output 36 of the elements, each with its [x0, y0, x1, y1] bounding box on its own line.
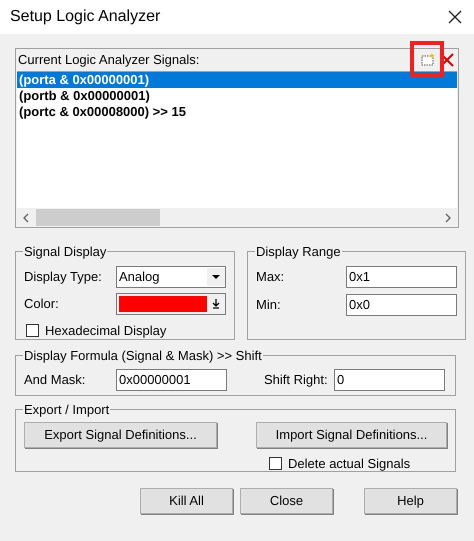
- export-button[interactable]: Export Signal Definitions...: [24, 422, 217, 448]
- group-title: Signal Display: [23, 243, 108, 261]
- signal-item[interactable]: (portb & 0x00000001): [17, 88, 457, 104]
- group-title: Display Range: [255, 243, 342, 261]
- scroll-right-icon[interactable]: [445, 212, 451, 222]
- field-label: Min:: [256, 296, 282, 314]
- highlight-frame: [410, 41, 444, 77]
- and-mask-field[interactable]: 0x00000001: [116, 368, 227, 390]
- checkbox[interactable]: [269, 456, 282, 470]
- field-label: And Mask:: [24, 370, 86, 389]
- scroll-left-icon[interactable]: [23, 212, 29, 222]
- checkbox-label: Hexadecimal Display: [45, 322, 166, 340]
- field-label: Shift Right:: [264, 370, 329, 389]
- group-title: Display Formula (Signal & Mask) >> Shift: [23, 347, 263, 365]
- signal-item[interactable]: (porta & 0x00000001): [17, 72, 457, 88]
- import-button[interactable]: Import Signal Definitions...: [256, 422, 447, 448]
- help-button[interactable]: Help: [364, 488, 457, 514]
- signal-item[interactable]: (portc & 0x00008000) >> 15: [17, 104, 457, 120]
- checkbox-label: Delete actual Signals: [288, 454, 410, 473]
- kill-all-button[interactable]: Kill All: [140, 488, 233, 514]
- display-type-dropdown[interactable]: Analog: [116, 266, 226, 288]
- dropdown-icon[interactable]: [207, 268, 225, 286]
- close-icon[interactable]: [448, 10, 462, 24]
- window-title: Setup Logic Analyzer: [10, 7, 160, 27]
- checkbox[interactable]: [26, 324, 39, 337]
- min-field[interactable]: 0x0: [346, 294, 457, 316]
- close-button[interactable]: Close: [240, 488, 333, 514]
- field-label: Display Type:: [24, 268, 103, 286]
- field-label: Color:: [24, 294, 60, 313]
- shift-right-field[interactable]: 0: [334, 368, 445, 390]
- signals-label: Current Logic Analyzer Signals:: [18, 51, 200, 70]
- signals-list[interactable]: (porta & 0x00000001) (portb & 0x00000001) (portc & 0x00008000) >> 15: [17, 71, 457, 208]
- max-field[interactable]: 0x1: [346, 266, 457, 288]
- color-swatch[interactable]: [119, 296, 207, 312]
- group-title: Export / Import: [23, 401, 110, 419]
- field-label: Max:: [256, 268, 286, 286]
